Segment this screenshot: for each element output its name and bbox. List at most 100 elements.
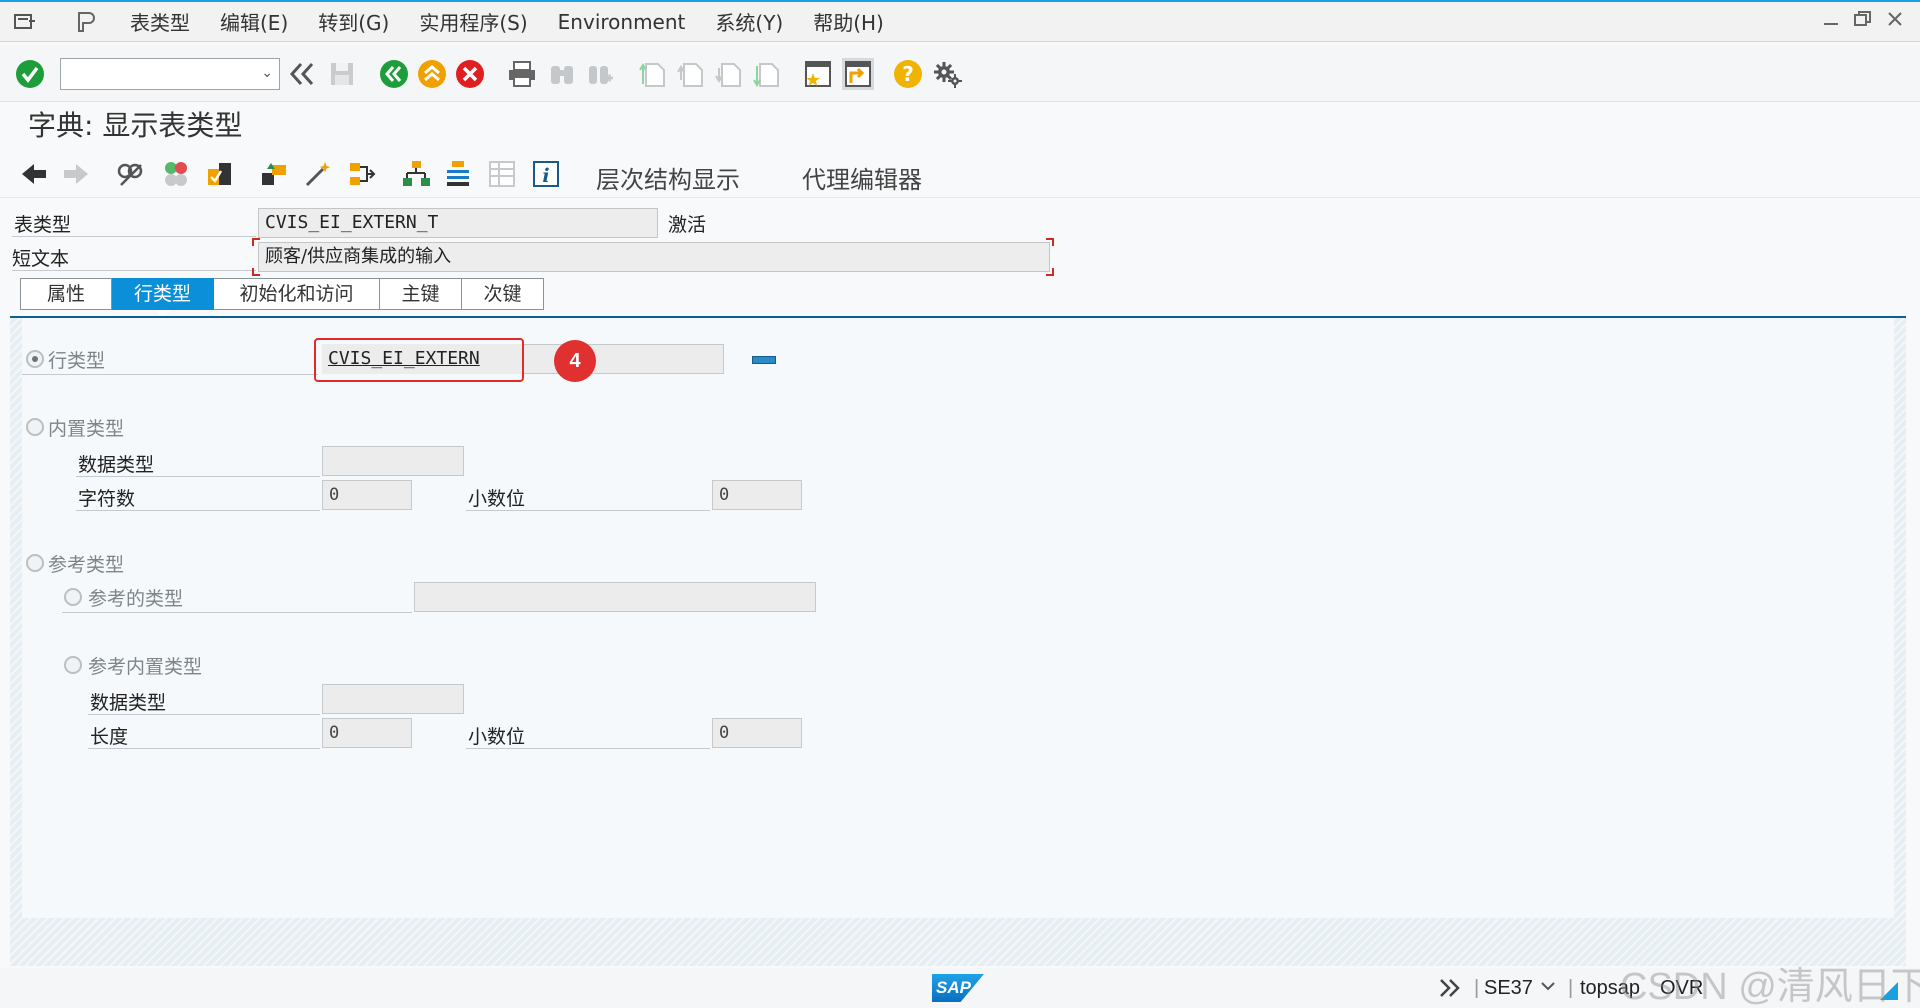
ref-data-type-field[interactable] <box>322 684 464 714</box>
personalize-icon[interactable] <box>70 9 100 35</box>
short-text-underline <box>12 270 256 271</box>
where-used-icon[interactable] <box>346 158 378 190</box>
display-change-icon[interactable] <box>114 158 146 190</box>
builtin-data-type-underline <box>76 476 320 477</box>
chevron-down-icon[interactable] <box>1540 977 1556 1000</box>
builtin-decimals-field[interactable]: 0 <box>712 480 802 510</box>
row-type-radio[interactable] <box>26 350 44 368</box>
menu-bar: 表类型 编辑(E) 转到(G) 实用程序(S) Environment 系统(Y… <box>0 0 1920 42</box>
ref-type-field[interactable] <box>414 582 816 612</box>
bracket-bottom-right <box>1046 268 1054 276</box>
ref-decimals-label: 小数位 <box>468 726 526 748</box>
expand-status-icon[interactable] <box>1438 977 1462 1005</box>
print-icon[interactable] <box>506 58 538 90</box>
menu-goto[interactable]: 转到(G) <box>318 7 389 36</box>
menu-edit[interactable]: 编辑(E) <box>220 7 288 36</box>
enter-icon[interactable] <box>14 58 46 90</box>
reference-type-radio[interactable] <box>26 554 44 572</box>
settings-icon[interactable] <box>932 58 964 90</box>
ref-data-type-label: 数据类型 <box>90 692 167 714</box>
find-icon[interactable] <box>546 58 578 90</box>
other-object-icon[interactable] <box>160 158 192 190</box>
close-icon[interactable] <box>1884 8 1906 30</box>
menu-utilities[interactable]: 实用程序(S) <box>419 7 527 36</box>
builtin-type-radio[interactable] <box>26 418 44 436</box>
exit-icon[interactable] <box>416 58 448 90</box>
navigation-window-icon[interactable] <box>442 158 474 190</box>
save-icon[interactable] <box>326 58 358 90</box>
ref-builtin-label: 参考内置类型 <box>88 656 203 678</box>
restore-icon[interactable] <box>1852 8 1874 30</box>
prev-page-icon[interactable] <box>674 58 706 90</box>
chars-field[interactable]: 0 <box>322 480 412 510</box>
magic-wand-icon[interactable] <box>302 158 334 190</box>
builtin-type-label: 内置类型 <box>48 418 125 440</box>
cancel-icon[interactable] <box>454 58 486 90</box>
activate-icon[interactable] <box>258 158 290 190</box>
step-badge: 4 <box>554 340 596 382</box>
status-separator: | <box>1474 977 1480 999</box>
bracket-top-right <box>1046 238 1054 246</box>
back-icon[interactable] <box>378 58 410 90</box>
tab-init-access[interactable]: 初始化和访问 <box>214 278 380 310</box>
builtin-decimals-underline <box>466 510 710 511</box>
command-field[interactable]: ⌄ <box>60 58 280 90</box>
minimize-icon[interactable] <box>1820 8 1842 30</box>
info-icon[interactable]: i <box>530 158 562 190</box>
first-page-icon[interactable] <box>636 58 668 90</box>
table-type-field[interactable]: CVIS_EI_EXTERN_T <box>258 208 658 238</box>
tab-attributes[interactable]: 属性 <box>20 278 112 310</box>
length-field[interactable]: 0 <box>322 718 412 748</box>
row-type-panel <box>22 318 1894 918</box>
new-session-icon[interactable] <box>802 58 834 90</box>
chars-underline <box>76 510 320 511</box>
hierarchy-display-button[interactable]: 层次结构显示 <box>596 160 740 195</box>
check-icon[interactable] <box>204 158 236 190</box>
next-page-icon[interactable] <box>712 58 744 90</box>
system-menu-icon[interactable] <box>10 9 40 35</box>
ref-decimals-field[interactable]: 0 <box>712 718 802 748</box>
detail-button-icon[interactable] <box>752 356 776 364</box>
menu-environment[interactable]: Environment <box>558 10 686 34</box>
back-double-icon[interactable] <box>286 58 318 90</box>
chevron-down-icon[interactable]: ⌄ <box>261 65 273 81</box>
ref-decimals-underline <box>466 748 710 749</box>
table-type-label: 表类型 <box>14 214 72 236</box>
builtin-data-type-field[interactable] <box>322 446 464 476</box>
proxy-editor-button[interactable]: 代理编辑器 <box>802 160 922 195</box>
svg-text:?: ? <box>902 62 914 86</box>
bracket-top-left <box>252 238 260 246</box>
ref-builtin-radio[interactable] <box>64 656 82 674</box>
builtin-data-type-label: 数据类型 <box>78 454 155 476</box>
table-view-icon[interactable] <box>486 158 518 190</box>
tab-secondary-key[interactable]: 次键 <box>462 278 544 310</box>
status-separator: | <box>1568 977 1574 999</box>
menu-help[interactable]: 帮助(H) <box>813 7 884 36</box>
short-text-field[interactable]: 顾客/供应商集成的输入 <box>258 242 1050 272</box>
watermark: CSDN @清风日下 <box>1620 966 1920 1008</box>
menu-system[interactable]: 系统(Y) <box>715 7 783 36</box>
find-next-icon[interactable] <box>584 58 616 90</box>
menu-table-type[interactable]: 表类型 <box>130 7 190 36</box>
object-list-icon[interactable] <box>400 158 432 190</box>
ref-type-radio[interactable] <box>64 588 82 606</box>
highlight-box <box>314 338 524 382</box>
standard-toolbar: ⌄ ? <box>0 44 1920 102</box>
shortcut-icon[interactable] <box>842 58 874 90</box>
arrow-right-icon[interactable] <box>60 158 92 190</box>
last-page-icon[interactable] <box>750 58 782 90</box>
reference-type-label: 参考类型 <box>48 554 125 576</box>
command-input[interactable] <box>61 59 251 89</box>
table-type-underline <box>12 236 256 237</box>
bracket-bottom-left <box>252 268 260 276</box>
help-icon[interactable]: ? <box>892 58 924 90</box>
arrow-left-icon[interactable] <box>18 158 50 190</box>
ref-data-type-underline <box>88 714 320 715</box>
chars-label: 字符数 <box>78 488 136 510</box>
page-title: 字典: 显示表类型 <box>28 109 243 142</box>
builtin-decimals-label: 小数位 <box>468 488 526 510</box>
transaction-code: SE37 <box>1484 977 1533 999</box>
length-label: 长度 <box>90 726 129 748</box>
tab-primary-key[interactable]: 主键 <box>380 278 462 310</box>
tab-row-type[interactable]: 行类型 <box>112 278 214 318</box>
